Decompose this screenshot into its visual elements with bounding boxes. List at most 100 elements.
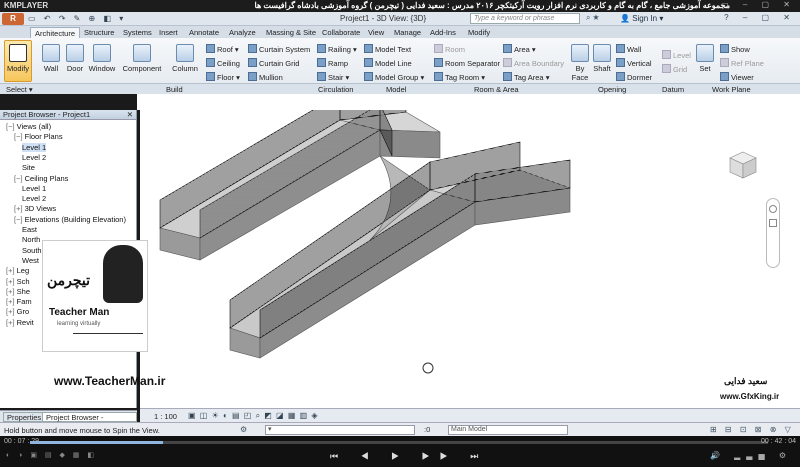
expand-icon[interactable]: [+] [14,204,25,213]
collapse-icon[interactable]: [−] [14,215,25,224]
collapse-icon[interactable]: [−] [6,122,17,131]
room-button[interactable]: Room [434,44,465,54]
workset-combo[interactable]: ▾ [265,425,415,435]
by-face-button[interactable]: By Face [570,44,590,82]
wall-button[interactable]: Wall [40,44,62,73]
area-button[interactable]: Area ▾ [503,44,536,54]
curtain-system-button[interactable]: Curtain System [248,44,310,54]
expand-icon[interactable]: [+] [6,266,17,275]
3d-viewport[interactable] [140,85,800,408]
tab-manage[interactable]: Manage [390,27,425,38]
view-control-icons[interactable]: ▣ ◫ ☀ ◐ ▤ ◰ ⌕ ◩ ◪ ▦ ▥ ◈ [188,411,319,421]
tree-item[interactable]: Level 2 [22,153,46,162]
tab-analyze[interactable]: Analyze [225,27,260,38]
tree-item[interactable]: [−] Elevations (Building Elevation) [14,215,126,224]
railing-button[interactable]: Railing ▾ [317,44,357,54]
mullion-button[interactable]: Mullion [248,72,283,82]
tree-item[interactable]: [+] Leg [6,266,29,275]
model-group-button[interactable]: Model Group ▾ [364,72,424,82]
modify-button[interactable]: Modify [6,44,30,73]
selection-filter-icons[interactable]: ⊞ ⊟ ⊡ ⊠ ⊗ ▽ [710,425,794,434]
viewer-button[interactable]: Viewer [720,72,754,82]
tree-item[interactable]: Level 1 [22,184,46,193]
grid-button[interactable]: Grid [662,64,687,74]
tree-item[interactable]: [+] Sch [6,277,30,286]
tree-item[interactable]: [+] Revit [6,318,34,327]
tab-annotate[interactable]: Annotate [185,27,223,38]
tree-item[interactable]: [+] Fam [6,297,32,306]
door-button[interactable]: Door [64,44,86,73]
quick-access-toolbar[interactable]: ▭ ↶ ↷ ✎ ⊕ ◧ ▾ [28,14,126,23]
tree-item[interactable]: South [22,246,42,255]
stair-button[interactable]: Stair ▾ [317,72,349,82]
tab-insert[interactable]: Insert [155,27,182,38]
tab-view[interactable]: View [364,27,388,38]
tab-massing-site[interactable]: Massing & Site [262,27,320,38]
panel-select[interactable]: Select ▾ [6,85,33,94]
expand-icon[interactable]: [+] [6,307,17,316]
player-window-controls[interactable]: ▭ – ▢ ✕ [721,0,796,9]
zoom-icon[interactable] [769,219,777,227]
tab-modify[interactable]: Modify [464,27,494,38]
floor-button[interactable]: Floor ▾ [206,72,240,82]
tab-systems[interactable]: Systems [119,27,156,38]
navigation-bar[interactable] [766,198,780,268]
curtain-grid-button[interactable]: Curtain Grid [248,58,299,68]
tree-item[interactable]: Level 1 [22,142,47,152]
ceiling-button[interactable]: Ceiling [206,58,240,68]
tree-item[interactable]: [+] Gro [6,307,29,316]
design-option-combo[interactable]: Main Model [448,425,568,435]
tab-structure[interactable]: Structure [80,27,118,38]
view-cube[interactable] [728,150,758,180]
expand-icon[interactable]: [+] [6,277,17,286]
tab-add-ins[interactable]: Add-Ins [426,27,460,38]
tab-collaborate[interactable]: Collaborate [318,27,364,38]
tab-properties[interactable]: Properties [3,412,46,422]
tree-item[interactable]: [−] Floor Plans [14,132,63,141]
ramp-button[interactable]: Ramp [317,58,348,68]
model-text-button[interactable]: Model Text [364,44,411,54]
playback-buttons[interactable]: ⏮ ◀ ▶ ▶▶ ⏭ [330,451,488,462]
roof-button[interactable]: Roof ▾ [206,44,239,54]
close-icon[interactable]: ✕ [127,110,133,120]
tree-item[interactable]: Site [22,163,35,172]
tree-item[interactable]: [−] Views (all) [6,122,51,131]
steering-wheel-icon[interactable] [769,205,777,213]
level-button[interactable]: Level [662,50,691,60]
tree-item[interactable]: North [22,235,40,244]
model-line-button[interactable]: Model Line [364,58,412,68]
ref-plane-button[interactable]: Ref Plane [720,58,764,68]
component-button[interactable]: Component [120,44,164,73]
collapse-icon[interactable]: [−] [14,174,25,183]
sign-in-button[interactable]: 👤 Sign In ▾ [620,14,663,23]
expand-icon[interactable]: [+] [6,318,17,327]
view-scale[interactable]: 1 : 100 [154,412,177,421]
tree-item[interactable]: [+] 3D Views [14,204,56,213]
expand-icon[interactable]: [+] [6,297,17,306]
player-left-controls[interactable]: ◐ ◑ ▣ ▤ ◆ ▦ ◧ [6,451,97,459]
window-button[interactable]: Window [88,44,116,73]
worksharing-icon[interactable]: ⚙ [240,425,247,434]
tree-item[interactable]: Level 2 [22,194,46,203]
tree-item[interactable]: West [22,256,39,265]
opening-wall-button[interactable]: Wall [616,44,641,54]
application-menu-button[interactable]: R [2,13,24,25]
column-button[interactable]: Column [168,44,202,73]
room-separator-button[interactable]: Room Separator [434,58,500,68]
tree-item[interactable]: [−] Ceiling Plans [14,174,68,183]
volume-controls[interactable]: 🔊 ▂▃▅ ⚙ [710,451,792,460]
tab-project-browser[interactable]: Project Browser - Project1 [42,412,137,431]
expand-icon[interactable]: [+] [6,287,17,296]
tab-architecture[interactable]: Architecture [30,27,81,38]
show-button[interactable]: Show [720,44,750,54]
vertical-button[interactable]: Vertical [616,58,652,68]
revit-window-controls[interactable]: ? – ▢ ✕ [724,13,796,22]
search-icon[interactable]: ⌕ ★ [586,13,599,23]
tree-item[interactable]: East [22,225,37,234]
seek-bar[interactable] [30,441,768,444]
search-input[interactable]: Type a keyword or phrase [470,13,580,24]
collapse-icon[interactable]: [−] [14,132,25,141]
dormer-button[interactable]: Dormer [616,72,652,82]
shaft-button[interactable]: Shaft [592,44,612,73]
tag-area-button[interactable]: Tag Area ▾ [503,72,549,82]
